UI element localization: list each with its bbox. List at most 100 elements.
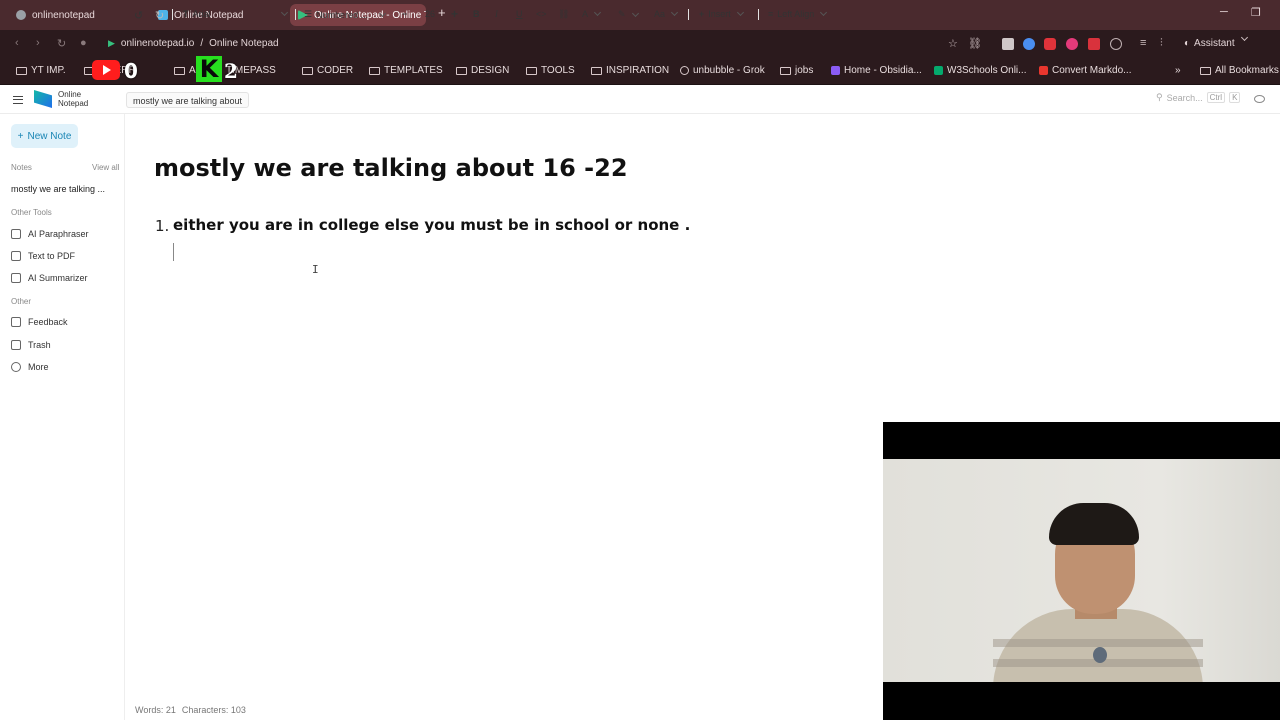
grok-icon (680, 66, 689, 75)
book-icon (11, 229, 21, 239)
italic-button[interactable]: I (495, 9, 498, 19)
bookmark-templates[interactable]: TEMPLATES (369, 65, 443, 76)
increase-font-button[interactable]: + (451, 7, 458, 21)
bookmark-coder[interactable]: CODER (302, 65, 353, 76)
microphone-icon (1093, 647, 1107, 663)
sidebar-item-feedback[interactable]: Feedback (11, 317, 68, 327)
sidebar-item-ai-summarizer[interactable]: AI Summarizer (11, 273, 88, 283)
bookmarks-bar: YT IMP. FIVERR AI TIMEPASS CODER TEMPLAT… (0, 58, 1280, 85)
insert-menu[interactable]: + Insert (699, 8, 744, 19)
decrease-font-button[interactable]: − (402, 9, 407, 19)
align-left-icon: ≡ (768, 9, 774, 19)
code-button[interactable]: <> (536, 9, 547, 19)
tab-onlinenotepad[interactable]: onlinenotepad (8, 4, 148, 26)
bookmark-obsidian[interactable]: Home - Obsidia... (831, 65, 922, 76)
hamburger-menu-icon[interactable] (13, 96, 23, 104)
overlay-count: 0 (124, 59, 138, 83)
back-icon[interactable]: ‹ (15, 37, 19, 49)
mic-icon[interactable]: ● (80, 37, 87, 49)
chevron-down-icon (736, 8, 744, 17)
assistant-button[interactable]: ◐ Assistant (1184, 33, 1248, 49)
list-item[interactable]: either you are in college else you must … (173, 216, 690, 234)
text-icon: T (183, 9, 189, 19)
tab-label: onlinenotepad (32, 9, 95, 21)
redo-icon[interactable]: ↻ (155, 9, 164, 22)
bookmark-design[interactable]: DESIGN (456, 65, 509, 76)
bold-button[interactable]: B (473, 9, 480, 19)
folder-icon (16, 66, 27, 75)
underline-button[interactable]: U (516, 9, 523, 19)
sidebar-item-trash[interactable]: Trash (11, 340, 51, 350)
folder-icon (369, 66, 380, 75)
sidebar-item-text-to-pdf[interactable]: Text to PDF (11, 251, 75, 261)
bookmark-tools[interactable]: TOOLS (526, 65, 575, 76)
minimize-icon[interactable]: ─ (1220, 6, 1228, 18)
font-size-input[interactable]: 26 (425, 9, 435, 19)
summarize-icon (11, 273, 21, 283)
undo-icon[interactable]: ↺ (134, 9, 143, 22)
bookmark-jobs[interactable]: jobs (780, 65, 813, 76)
numbered-list-icon: ☰ (304, 9, 313, 19)
extension-red-icon[interactable] (1044, 38, 1056, 50)
sidebar-item-label: AI Summarizer (28, 273, 88, 283)
view-all-link[interactable]: View all (92, 163, 119, 172)
audio-icon[interactable]: ⫶ (1160, 37, 1163, 50)
bookmark-ai[interactable]: AI (174, 65, 198, 76)
chevron-down-icon (593, 8, 602, 17)
extension-blue-icon[interactable] (1023, 38, 1035, 50)
link-icon[interactable]: ⛓ (558, 9, 569, 20)
note-title-tab[interactable]: mostly we are talking about (126, 92, 250, 108)
assistant-label: Assistant (1194, 38, 1235, 49)
new-tab-button[interactable]: + (438, 5, 446, 20)
restore-icon[interactable]: ❐ (1251, 6, 1261, 19)
folder-icon (591, 66, 602, 75)
bookmark-label: All Bookmarks (1215, 65, 1279, 76)
link-icon[interactable]: ⛓ (968, 37, 982, 50)
bookmark-label: INSPIRATION (606, 65, 670, 76)
bookmark-w3schools[interactable]: W3Schools Onli... (934, 65, 1026, 76)
new-note-button[interactable]: + New Note (11, 124, 78, 148)
search-box[interactable]: ⚲ Search... Ctrl K (1156, 92, 1241, 103)
note-list-item[interactable]: mostly we are talking ... (0, 181, 124, 197)
star-icon[interactable]: ☆ (948, 37, 958, 50)
bookmark-label: W3Schools Onli... (947, 65, 1027, 76)
eye-icon[interactable] (1254, 95, 1265, 103)
list-icon[interactable]: ≡ (1140, 37, 1146, 49)
convert-icon (1039, 66, 1048, 75)
text-case-button[interactable]: Aa (654, 8, 679, 19)
document-heading[interactable]: mostly we are talking about 16 -22 (154, 154, 628, 182)
sidebar-item-more[interactable]: More (11, 362, 49, 372)
url-domain: onlinenotepad.io (120, 38, 195, 49)
reload-icon[interactable]: ↻ (57, 37, 66, 50)
puzzle-icon[interactable] (1110, 38, 1122, 50)
search-icon: ⚲ (1156, 92, 1163, 102)
logo-line2: Notepad (58, 99, 89, 108)
forward-icon[interactable]: › (36, 37, 40, 49)
text-color-button[interactable]: A (582, 8, 602, 19)
bookmark-label: YT IMP. (31, 65, 66, 76)
camera-icon[interactable] (1002, 38, 1014, 50)
text-case-icon: Aa (654, 9, 666, 19)
more-icon (11, 362, 21, 372)
bookmark-grok[interactable]: unbubble - Grok (680, 65, 765, 76)
bookmark-yt-imp[interactable]: YT IMP. (16, 65, 66, 76)
shortcut-key: Ctrl (1206, 92, 1226, 103)
extension-pink-icon[interactable] (1066, 38, 1078, 50)
align-menu[interactable]: ≡ Left Align (768, 8, 828, 19)
app-logo-text: Online Notepad (58, 90, 88, 108)
list-style-select[interactable]: ☰ Numbered ... (304, 9, 387, 20)
font-family-select[interactable]: T Arial (183, 8, 288, 19)
bookmark-inspiration[interactable]: INSPIRATION (591, 65, 669, 76)
url-field[interactable]: ▶ onlinenotepad.io / Online Notepad (108, 38, 279, 49)
more-bookmarks-icon[interactable]: » (1175, 65, 1181, 76)
editor-toolbar (126, 114, 1280, 142)
all-bookmarks[interactable]: All Bookmarks (1200, 65, 1279, 76)
insert-label: Insert (708, 9, 731, 19)
bookmark-convert-markdown[interactable]: Convert Markdo... (1039, 65, 1131, 76)
k-logo-icon: K (196, 56, 222, 82)
sidebar-item-ai-paraphraser[interactable]: AI Paraphraser (11, 229, 89, 239)
chevron-down-icon (631, 9, 639, 17)
extension-pocket-icon[interactable] (1088, 38, 1100, 50)
site-icon: ▶ (108, 38, 115, 48)
highlight-button[interactable]: ✎ (618, 9, 639, 20)
